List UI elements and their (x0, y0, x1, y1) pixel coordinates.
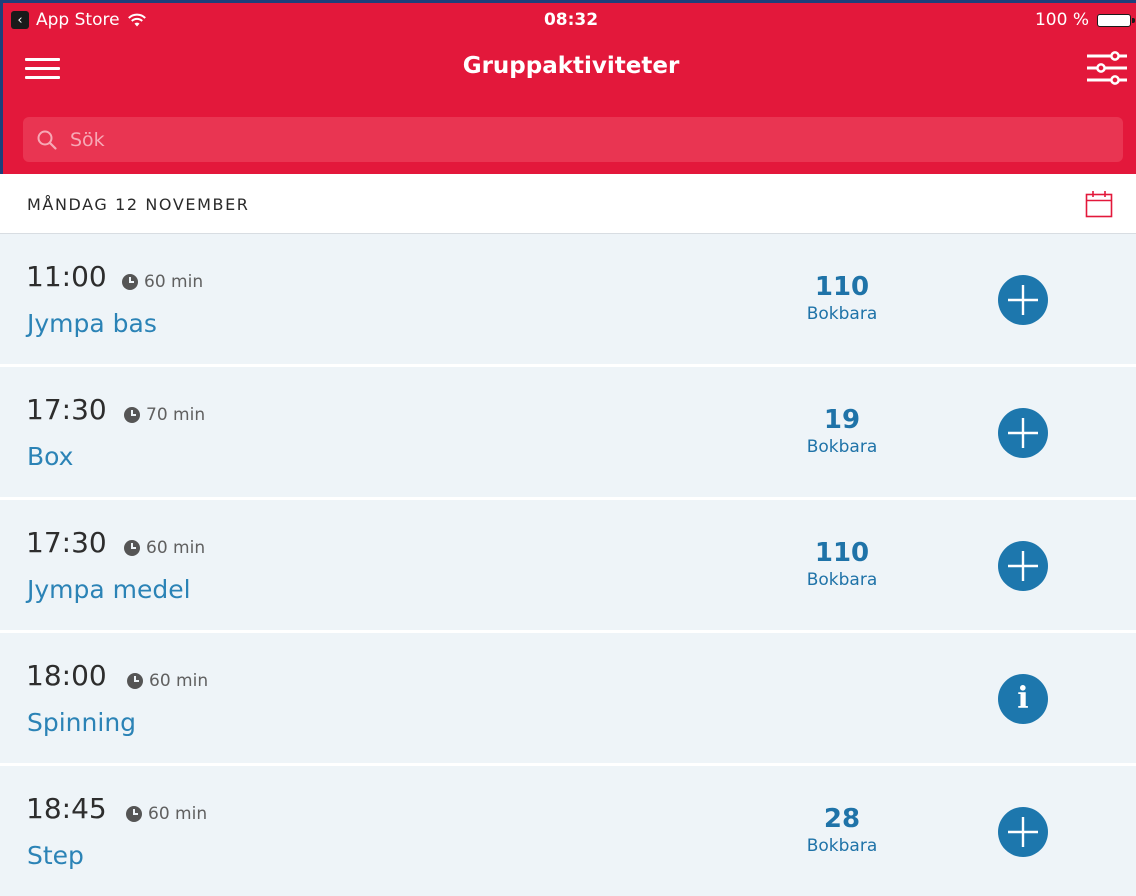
bookable-label: Bokbara (806, 304, 878, 324)
bookable-label: Bokbara (806, 570, 878, 590)
clock-icon (127, 673, 143, 689)
plus-icon (1008, 285, 1038, 315)
date-bar: MÅNDAG 12 NOVEMBER (0, 174, 1136, 234)
activity-duration: 60 min (127, 671, 208, 691)
activity-name[interactable]: Jympa medel (27, 575, 191, 604)
add-booking-button[interactable] (998, 408, 1048, 458)
activity-duration: 60 min (126, 804, 207, 824)
bookable-count: 110 Bokbara (782, 272, 902, 324)
clock-icon (122, 274, 138, 290)
search-bar[interactable] (23, 117, 1123, 162)
activity-duration: 70 min (124, 405, 205, 425)
plus-icon (1008, 418, 1038, 448)
clock-icon (126, 806, 142, 822)
status-bar: ‹ App Store 08:32 100 % (3, 3, 1136, 39)
status-time: 08:32 (543, 10, 599, 30)
activity-name[interactable]: Spinning (27, 708, 136, 737)
battery-percent: 100 % (1034, 10, 1089, 30)
bookable-number: 28 (823, 804, 861, 834)
activity-row[interactable]: 11:00 60 min Jympa bas 110 Bokbara (0, 234, 1136, 364)
page-title: Gruppaktiviteter (462, 53, 680, 79)
activity-duration: 60 min (122, 272, 203, 292)
add-booking-button[interactable] (998, 275, 1048, 325)
add-booking-button[interactable] (998, 541, 1048, 591)
activity-name[interactable]: Step (27, 841, 84, 870)
plus-icon (1008, 817, 1038, 847)
duration-text: 70 min (146, 405, 206, 425)
activity-row[interactable]: 18:45 60 min Step 28 Bokbara (0, 766, 1136, 896)
header: ‹ App Store 08:32 100 % Gruppaktiviteter (0, 0, 1136, 174)
bookable-count: 110 Bokbara (782, 538, 902, 590)
duration-text: 60 min (144, 272, 204, 292)
clock-icon (124, 540, 140, 556)
activity-time: 17:30 (26, 393, 107, 426)
duration-text: 60 min (146, 538, 206, 558)
bookable-label: Bokbara (806, 836, 878, 856)
bookable-count: 19 Bokbara (782, 405, 902, 457)
bookable-number: 19 (823, 405, 861, 435)
search-icon (37, 130, 57, 150)
activity-time: 17:30 (26, 526, 107, 559)
search-input[interactable] (68, 127, 1072, 152)
bookable-number: 110 (814, 272, 870, 302)
activity-time: 18:45 (26, 792, 107, 825)
add-booking-button[interactable] (998, 807, 1048, 857)
calendar-icon[interactable] (1085, 190, 1113, 218)
info-icon: i (1017, 681, 1029, 716)
bookable-number: 110 (814, 538, 870, 568)
plus-icon (1008, 551, 1038, 581)
activity-row[interactable]: 17:30 70 min Box 19 Bokbara (0, 367, 1136, 497)
battery-icon (1097, 13, 1135, 27)
sliders-filter-icon[interactable] (1087, 51, 1127, 85)
info-button[interactable]: i (998, 674, 1048, 724)
activity-name[interactable]: Box (27, 442, 73, 471)
bookable-count: 28 Bokbara (782, 804, 902, 856)
navbar: Gruppaktiviteter (3, 39, 1136, 99)
date-label: MÅNDAG 12 NOVEMBER (27, 195, 250, 214)
activity-time: 18:00 (26, 659, 107, 692)
status-right: 100 % (1034, 10, 1135, 30)
activity-time: 11:00 (26, 260, 107, 293)
activity-name[interactable]: Jympa bas (27, 309, 157, 338)
activity-duration: 60 min (124, 538, 205, 558)
duration-text: 60 min (149, 671, 209, 691)
activity-row[interactable]: 17:30 60 min Jympa medel 110 Bokbara (0, 500, 1136, 630)
bookable-label: Bokbara (806, 437, 878, 457)
activity-row[interactable]: 18:00 60 min Spinning i (0, 633, 1136, 763)
clock-icon (124, 407, 140, 423)
duration-text: 60 min (148, 804, 208, 824)
